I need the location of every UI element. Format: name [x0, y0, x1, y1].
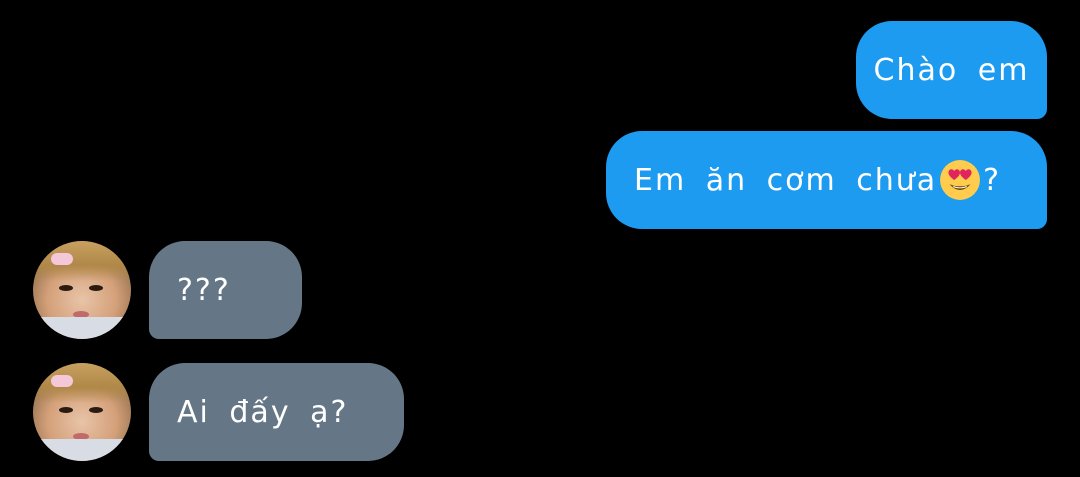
heart-eyes-emoji-icon	[940, 160, 981, 200]
sent-message-bubble[interactable]: Chào em	[856, 21, 1047, 119]
sent-message-bubble[interactable]: Em ăn cơm chưa ?	[606, 131, 1047, 229]
received-message-bubble[interactable]: ???	[149, 241, 302, 339]
received-message-bubble[interactable]: Ai đấy ạ?	[149, 363, 404, 461]
message-text: ???	[177, 272, 231, 308]
message-text: Chào em	[873, 52, 1030, 88]
message-text: Ai đấy ạ?	[177, 394, 349, 430]
contact-avatar[interactable]	[33, 363, 131, 461]
message-text: Em ăn cơm chưa	[634, 162, 938, 198]
contact-avatar[interactable]	[33, 241, 131, 339]
message-text: ?	[983, 162, 1002, 198]
